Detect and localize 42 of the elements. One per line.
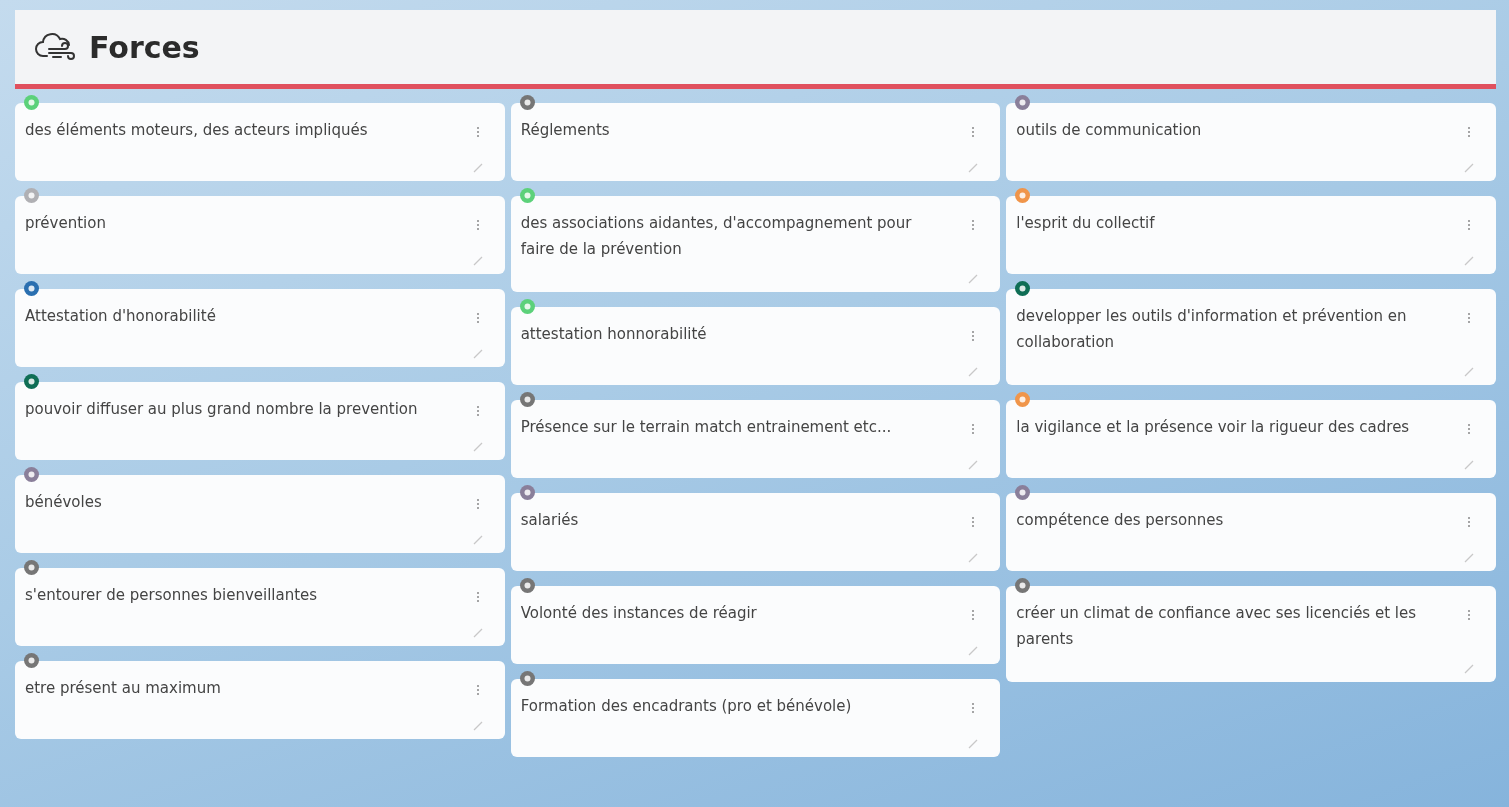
note-card[interactable]: etre présent au maximum <box>15 661 505 739</box>
note-card[interactable]: la vigilance et la présence voir la rigueur des cadres <box>1006 400 1496 478</box>
note-text: Attestation d'honorabilité <box>25 306 217 327</box>
note-text: bénévoles <box>25 492 103 513</box>
note-card[interactable]: créer un climat de confiance avec ses licenciés et les parents <box>1006 586 1496 682</box>
note-text: des éléments moteurs, des acteurs impliqués <box>25 120 369 141</box>
note-card[interactable]: des éléments moteurs, des acteurs impliqués <box>15 103 505 181</box>
note-text: Réglements <box>520 120 611 141</box>
note-card[interactable]: developper les outils d'information et prévention en collaboration <box>1006 289 1496 385</box>
note-card[interactable]: Attestation d'honorabilité <box>15 289 505 367</box>
note-text: Volonté des instances de réagir <box>520 603 758 624</box>
note-card[interactable]: outils de communication <box>1006 103 1496 181</box>
note-text: prévention <box>25 213 107 234</box>
note-text: salariés <box>520 510 580 531</box>
note-text: Formation des encadrants (pro et bénévole) <box>520 696 853 717</box>
note-card[interactable]: attestation honnorabilité <box>510 307 1001 385</box>
note-text: des associations aidantes, d'accompagnement pour faire de la prévention <box>520 213 913 260</box>
cloud-wind-icon <box>35 32 77 62</box>
note-text: pouvoir diffuser au plus grand nombre la prevention <box>25 399 419 420</box>
note-card[interactable]: Réglements <box>510 103 1001 181</box>
note-card[interactable]: s'entourer de personnes bienveillantes <box>15 568 505 646</box>
note-text: attestation honnorabilité <box>520 324 708 345</box>
note-card[interactable]: salariés <box>510 493 1001 571</box>
note-text: etre présent au maximum <box>25 678 222 699</box>
note-text: s'entourer de personnes bienveillantes <box>25 585 319 606</box>
note-text: developper les outils d'information et prévention en collaboration <box>1016 306 1408 353</box>
note-text: créer un climat de confiance avec ses licenciés et les parents <box>1016 603 1418 650</box>
note-card[interactable]: l'esprit du collectif <box>1006 196 1496 274</box>
note-card[interactable]: compétence des personnes <box>1006 493 1496 571</box>
panel-title: Forces <box>89 29 200 65</box>
note-card[interactable]: Formation des encadrants (pro et bénévole) <box>510 679 1001 757</box>
note-card[interactable]: prévention <box>15 196 505 274</box>
note-text: outils de communication <box>1016 120 1203 141</box>
note-card[interactable]: bénévoles <box>15 475 505 553</box>
note-text: Présence sur le terrain match entrainement etc... <box>520 417 893 438</box>
note-card[interactable]: pouvoir diffuser au plus grand nombre la prevention <box>15 382 505 460</box>
note-text: l'esprit du collectif <box>1016 213 1156 234</box>
note-card[interactable]: Présence sur le terrain match entrainement etc... <box>510 400 1001 478</box>
note-text: la vigilance et la présence voir la rigueur des cadres <box>1016 417 1411 438</box>
note-card[interactable]: Volonté des instances de réagir <box>510 586 1001 664</box>
note-text: compétence des personnes <box>1016 510 1225 531</box>
note-card[interactable]: des associations aidantes, d'accompagnement pour faire de la prévention <box>510 196 1001 292</box>
